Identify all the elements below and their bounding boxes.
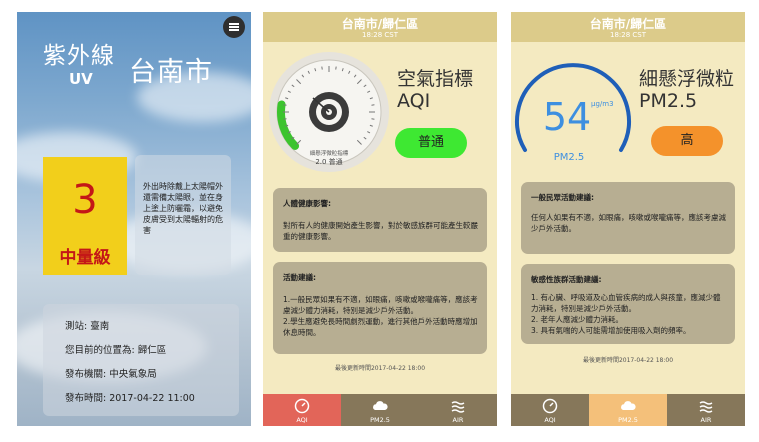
tab-aqi[interactable]: AQI [263,394,341,426]
uv-advice-text: 外出時除戴上太陽帽外還需備太陽眼，並在身上塗上防曬霜，以避免皮膚受到太陽輻射的危… [143,182,223,235]
pm25-gauge: 54 μg/m3 PM2.5 [515,63,631,163]
uv-title: 紫外線 [43,43,115,69]
health-body: 對所有人的健康開始產生影響，對於敏感族群可能產生較嚴重的健康影響。 [283,221,478,241]
menu-icon[interactable] [223,16,245,38]
tab-pm25[interactable]: PM2.5 [589,394,667,426]
sensitive-title: 敏感性族群活動建議: [531,275,602,284]
pm25-value: 54 [543,95,591,139]
header-time: 18:28 CST [609,31,646,39]
tab-label: AQI [296,416,308,424]
location-label: 您目前的位置為: 歸仁區 [65,345,167,356]
uv-index-value: 3 [72,177,98,223]
activity-card: 活動建議: 1.一般民眾如果有不適，如眼痛，咳嗽或喉嚨痛等，應該考慮減少體力消耗… [273,262,487,354]
last-updated: 最後更新時間2017-04-22 18:00 [582,357,674,364]
tab-label: PM2.5 [618,416,638,424]
bottom-nav: AQI PM2.5 AIR [263,394,497,426]
app-header: 台南市/歸仁區 18:28 CST [263,12,497,42]
station-info-card: 測站: 臺南 您目前的位置為: 歸仁區 發布機關: 中央氣象局 發布時間: 20… [43,304,239,416]
aqi-gauge: 細懸浮微粒指標 2.0 普通 [269,52,389,172]
tab-air[interactable]: AIR [667,394,745,426]
pm25-title: 細懸浮微粒 PM2.5 [639,68,734,112]
aqi-title-en: AQI [397,90,431,112]
aqi-screen: 台南市/歸仁區 18:28 CST 細懸浮微粒指標 2.0 普通 空氣指標 AQ… [263,12,497,426]
pm25-title-cn: 細懸浮微粒 [639,68,735,90]
aqi-title-cn: 空氣指標 [397,68,474,90]
last-updated: 最後更新時間2017-04-22 18:00 [334,365,426,372]
header-time: 18:28 CST [361,31,398,39]
sensitive-body: 1. 有心臟、呼吸道及心血管疾病的成人與孩童，應減少體力消耗，特別是減少戶外活動… [531,293,721,335]
health-effect-card: 人體健康影響: 對所有人的健康開始產生影響，對於敏感族群可能產生較嚴重的健康影響… [273,188,487,252]
tab-label: AIR [452,416,464,424]
uv-index-box: 3 中量級 [43,157,127,275]
tab-label: PM2.5 [370,416,390,424]
aqi-status-badge: 普通 [395,128,467,158]
app-header: 台南市/歸仁區 18:28 CST [511,12,745,42]
pm25-screen: 台南市/歸仁區 18:28 CST 54 μg/m3 PM2.5 細懸浮微粒 P… [511,12,745,426]
general-body: 任何人如果有不適，如眼痛，咳嗽或喉嚨痛等，應該考慮減少戶外活動。 [531,213,726,233]
publish-time-label: 發布時間: 2017-04-22 11:00 [65,393,195,404]
publisher-label: 發布機關: 中央氣象局 [65,369,157,380]
sensitive-advice-card: 敏感性族群活動建議: 1. 有心臟、呼吸道及心血管疾病的成人與孩童，應減少體力消… [521,264,735,344]
uv-screen: 紫外線 UV 台南市 3 中量級 外出時除戴上太陽帽外還需備太陽眼，並在身上塗上… [17,12,251,426]
gauge-icon [294,398,310,414]
uv-advice-card: 外出時除戴上太陽帽外還需備太陽眼，並在身上塗上防曬霜，以避免皮膚受到太陽輻射的危… [135,155,231,275]
uv-level-label: 中量級 [59,248,111,268]
header-location: 台南市/歸仁區 [341,17,419,31]
cloud-icon [373,401,388,410]
activity-title: 活動建議: [283,273,316,282]
gauge-icon [542,398,558,414]
gauge-value: 2.0 普通 [315,157,342,166]
gauge-label: 細懸浮微粒指標 [310,149,349,157]
pm25-title-en: PM2.5 [639,90,698,112]
general-title: 一般民眾活動建議: [531,193,594,202]
pm25-unit: μg/m3 [591,100,614,108]
tab-label: AQI [544,416,556,424]
tab-label: AIR [700,416,712,424]
city-name: 台南市 [129,57,213,88]
uv-subtitle: UV [69,70,93,88]
health-title: 人體健康影響: [283,199,331,208]
tab-pm25[interactable]: PM2.5 [341,394,419,426]
wind-icon [451,401,465,413]
tab-air[interactable]: AIR [419,394,497,426]
aqi-title: 空氣指標 AQI [397,68,473,112]
pm25-status-badge: 高 [651,126,723,156]
bottom-nav: AQI PM2.5 AIR [511,394,745,426]
cloud-icon [621,401,636,410]
pm25-gauge-label: PM2.5 [554,152,585,163]
wind-icon [699,401,713,413]
tab-aqi[interactable]: AQI [511,394,589,426]
header-location: 台南市/歸仁區 [589,17,667,31]
activity-body: 1.一般民眾如果有不適，如眼痛，咳嗽或喉嚨痛等，應該考慮減少體力消耗，特別是減少… [283,295,478,337]
general-advice-card: 一般民眾活動建議: 任何人如果有不適，如眼痛，咳嗽或喉嚨痛等，應該考慮減少戶外活… [521,182,735,254]
station-label: 測站: 臺南 [65,321,110,332]
